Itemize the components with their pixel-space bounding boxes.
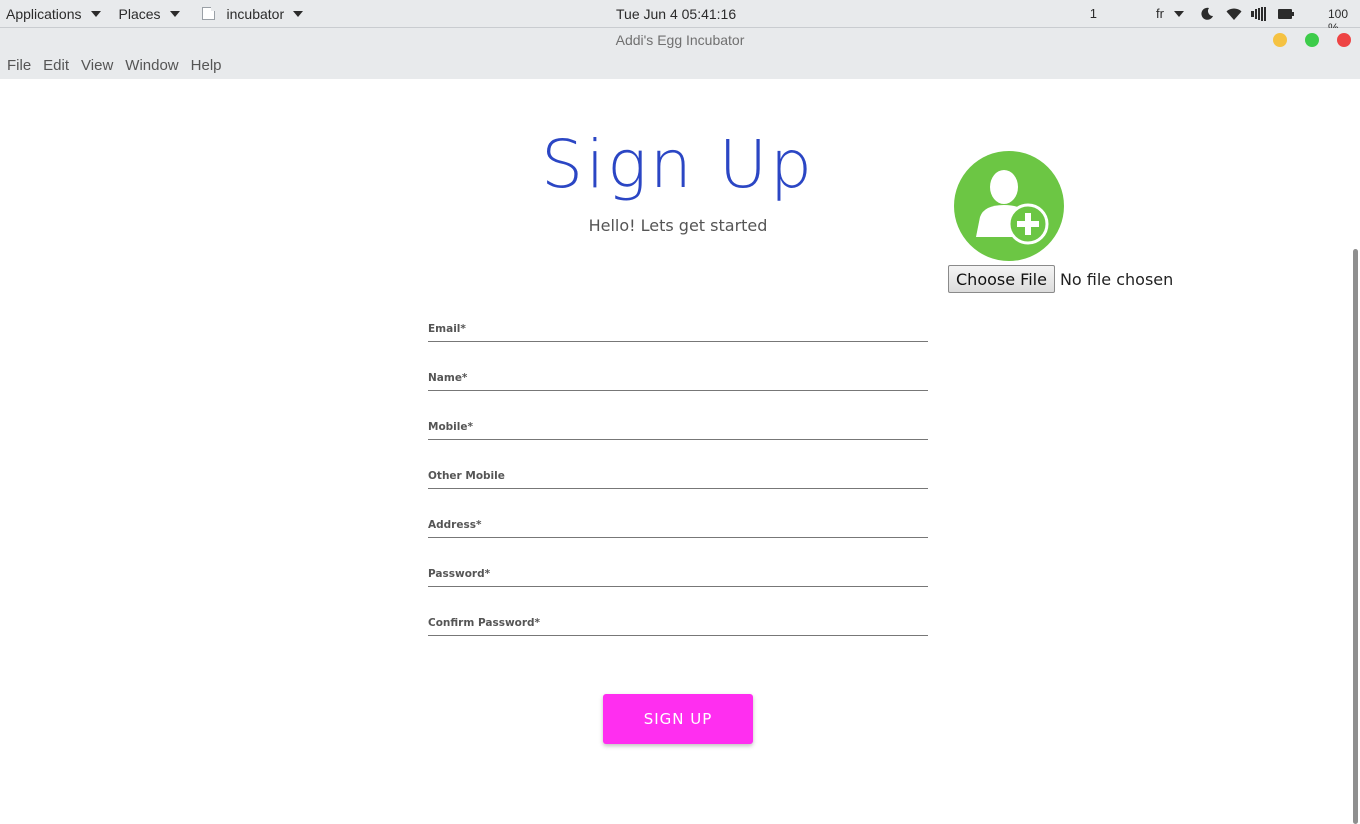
chevron-down-icon[interactable]: [1174, 11, 1184, 17]
file-upload: Choose File No file chosen: [948, 265, 1173, 293]
page-title: Sign Up: [541, 126, 815, 203]
other-mobile-label: Other Mobile: [428, 470, 505, 482]
chevron-down-icon: [90, 10, 101, 17]
app-icon: [201, 7, 215, 20]
confirm-password-label: Confirm Password*: [428, 617, 541, 629]
menu-bar: File Edit View Window Help: [0, 52, 1360, 79]
applications-label: Applications: [6, 5, 82, 22]
applications-menu[interactable]: Applications: [0, 0, 107, 28]
app-menu[interactable]: incubator: [190, 0, 310, 28]
signup-form: Email* Name* Mobile* Other Mobile Addres…: [428, 322, 928, 665]
minimize-button[interactable]: [1273, 33, 1287, 47]
field-underline: [428, 537, 928, 538]
window-titlebar[interactable]: Addi's Egg Incubator: [0, 28, 1360, 52]
email-field[interactable]: Email*: [428, 322, 928, 371]
chevron-down-icon: [293, 10, 304, 17]
confirm-password-field[interactable]: Confirm Password*: [428, 616, 928, 665]
wifi-icon[interactable]: [1226, 7, 1242, 21]
address-label: Address*: [428, 519, 482, 531]
other-mobile-field[interactable]: Other Mobile: [428, 469, 928, 518]
volume-icon[interactable]: [1251, 7, 1267, 21]
password-field[interactable]: Password*: [428, 567, 928, 616]
choose-file-button[interactable]: Choose File: [948, 265, 1055, 293]
battery-icon[interactable]: [1278, 9, 1294, 19]
night-mode-icon[interactable]: [1200, 7, 1214, 21]
workspace-indicator[interactable]: 1: [1090, 6, 1097, 21]
places-menu[interactable]: Places: [113, 0, 186, 28]
field-underline: [428, 439, 928, 440]
email-label: Email*: [428, 323, 466, 335]
close-button[interactable]: [1337, 33, 1351, 47]
field-underline: [428, 390, 928, 391]
signup-button[interactable]: SIGN UP: [603, 694, 753, 744]
keyboard-layout[interactable]: fr: [1156, 6, 1164, 21]
app-menu-label: incubator: [226, 5, 285, 22]
field-underline: [428, 341, 928, 342]
scrollbar[interactable]: [1353, 249, 1358, 824]
signup-page: Sign Up Hello! Lets get started Choose F…: [0, 79, 1360, 824]
top-panel: Applications Places incubator Tue Jun 4 …: [0, 0, 1360, 35]
menu-window[interactable]: Window: [120, 57, 183, 74]
field-underline: [428, 586, 928, 587]
field-underline: [428, 488, 928, 489]
cut-off-text: [560, 763, 760, 768]
menu-help[interactable]: Help: [186, 57, 227, 74]
menu-view[interactable]: View: [76, 57, 118, 74]
page-subtitle: Hello! Lets get started: [588, 216, 768, 235]
address-field[interactable]: Address*: [428, 518, 928, 567]
menu-edit[interactable]: Edit: [38, 57, 74, 74]
field-underline: [428, 635, 928, 636]
mobile-label: Mobile*: [428, 421, 473, 433]
mobile-field[interactable]: Mobile*: [428, 420, 928, 469]
maximize-button[interactable]: [1305, 33, 1319, 47]
file-status: No file chosen: [1059, 269, 1174, 289]
menu-file[interactable]: File: [2, 57, 36, 74]
window-title: Addi's Egg Incubator: [615, 32, 745, 48]
name-field[interactable]: Name*: [428, 371, 928, 420]
chevron-down-icon: [169, 10, 180, 17]
password-label: Password*: [428, 568, 491, 580]
add-user-icon[interactable]: [950, 147, 1068, 265]
panel-clock[interactable]: Tue Jun 4 05:41:16: [616, 6, 736, 22]
name-label: Name*: [428, 372, 468, 384]
places-label: Places: [118, 5, 161, 22]
